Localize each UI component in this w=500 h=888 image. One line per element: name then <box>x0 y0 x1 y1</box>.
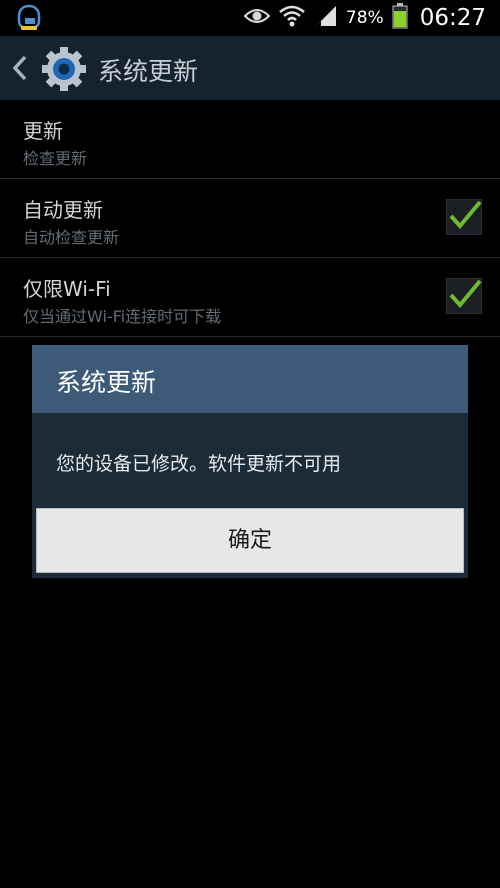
signal-icon <box>314 5 338 31</box>
dialog-title: 系统更新 <box>56 368 157 397</box>
chat-notification-icon <box>16 4 42 36</box>
item-title: 自动更新 <box>23 198 103 222</box>
list-item-update[interactable]: 更新 检查更新 <box>0 100 500 179</box>
settings-gear-icon <box>40 45 88 97</box>
item-subtitle: 自动检查更新 <box>23 228 120 247</box>
item-title: 更新 <box>23 119 63 143</box>
item-title: 仅限Wi-Fi <box>23 277 111 301</box>
list-item-auto-update[interactable]: 自动更新 自动检查更新 <box>0 179 500 258</box>
list-item-wifi-only[interactable]: 仅限Wi-Fi 仅当通过Wi-Fi连接时可下载 <box>0 258 500 337</box>
ok-button[interactable]: 确定 <box>36 508 464 573</box>
battery-percent: 78% <box>345 8 384 28</box>
eye-icon <box>243 7 271 29</box>
wifi-only-checkbox[interactable] <box>446 278 482 314</box>
item-subtitle: 检查更新 <box>23 149 88 168</box>
wifi-icon <box>278 4 306 32</box>
dialog-body: 您的设备已修改。软件更新不可用 <box>32 413 468 506</box>
back-icon[interactable] <box>10 54 30 86</box>
auto-update-checkbox[interactable] <box>446 199 482 235</box>
system-update-dialog: 系统更新 您的设备已修改。软件更新不可用 确定 <box>32 345 468 578</box>
page-title: 系统更新 <box>98 57 199 86</box>
clock: 06:27 <box>419 5 486 31</box>
item-subtitle: 仅当通过Wi-Fi连接时可下载 <box>23 307 222 326</box>
battery-icon <box>392 3 408 33</box>
checkmark-icon <box>449 200 482 230</box>
dialog-header: 系统更新 <box>32 345 468 413</box>
status-icons: 78% 06:27 <box>243 0 486 36</box>
dialog-message: 您的设备已修改。软件更新不可用 <box>56 453 342 475</box>
status-bar: 78% 06:27 <box>0 0 500 36</box>
action-bar: 系统更新 <box>0 36 500 100</box>
checkmark-icon <box>449 279 482 309</box>
settings-list: 更新 检查更新 自动更新 自动检查更新 仅限Wi-Fi 仅当通过Wi-Fi连接时… <box>0 100 500 337</box>
